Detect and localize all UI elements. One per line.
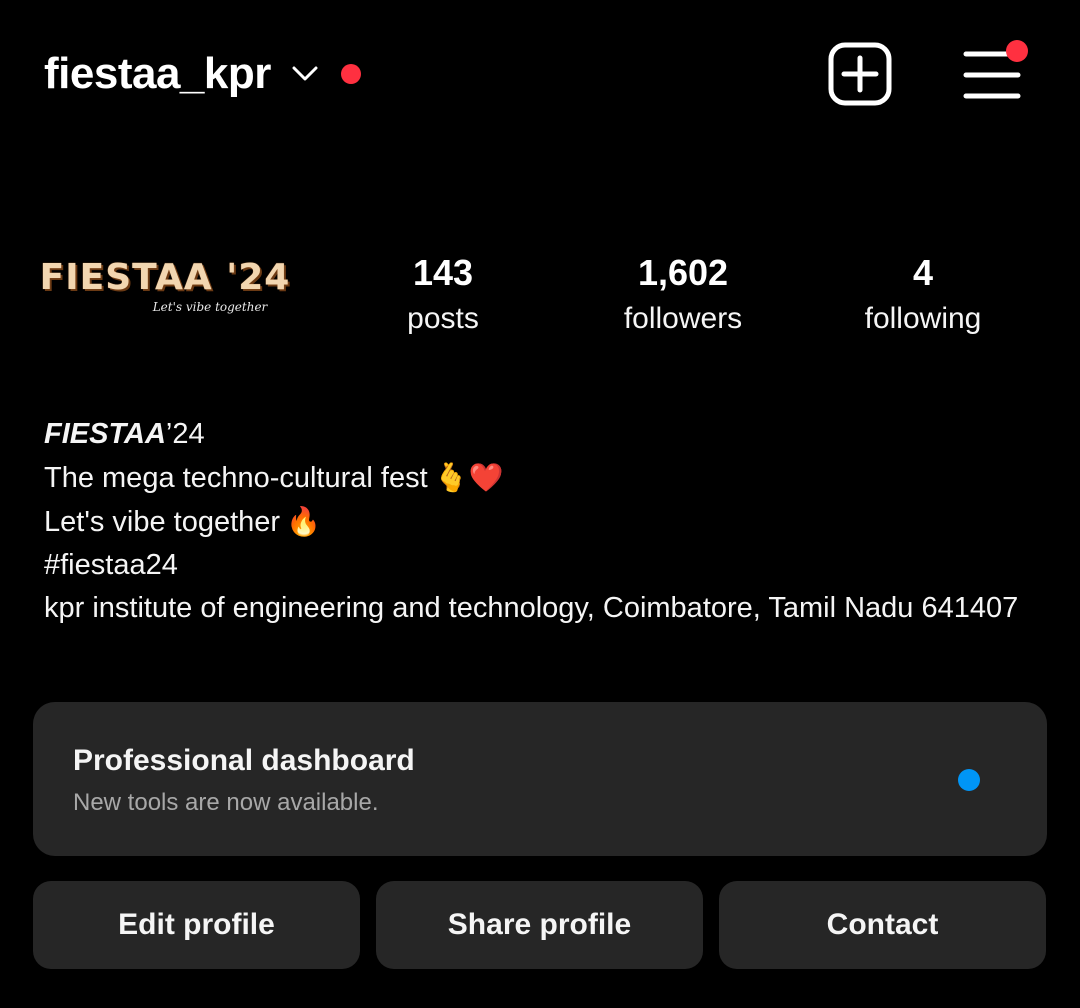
new-post-button[interactable] (828, 42, 892, 106)
username: fiestaa_kpr (44, 49, 271, 98)
professional-dashboard-card[interactable]: Professional dashboard New tools are now… (33, 702, 1047, 856)
dashboard-new-indicator (958, 769, 980, 791)
following-label: following (864, 302, 982, 335)
bio-hashtag[interactable]: #fiestaa24 (44, 544, 1034, 587)
stat-following[interactable]: 4 following (823, 250, 1023, 342)
crossed-fingers-heart-emoji: 🫰❤️ (433, 461, 504, 494)
share-profile-button[interactable]: Share profile (376, 881, 703, 969)
dashboard-title: Professional dashboard (73, 744, 415, 777)
chevron-down-icon[interactable] (291, 60, 319, 88)
profile-name-main: FIESTAA (44, 418, 166, 450)
bio-address[interactable]: kpr institute of engineering and technol… (44, 587, 1034, 630)
account-switcher[interactable]: fiestaa_kpr (44, 44, 361, 104)
posts-count: 143 (412, 252, 474, 293)
bio-line-2: Let's vibe together 🔥 (44, 500, 1034, 544)
avatar[interactable]: FIESTAA '24 Let's vibe together (40, 225, 290, 345)
profile-name-suffix: ’24 (165, 418, 205, 450)
plus-square-icon (828, 42, 892, 106)
avatar-logo-tagline: Let's vibe together (152, 299, 268, 314)
posts-label: posts (407, 302, 479, 335)
stat-followers[interactable]: 1,602 followers (583, 250, 783, 342)
edit-profile-button[interactable]: Edit profile (33, 881, 360, 969)
bio: FIESTAA’24 The mega techno-cultural fest… (44, 413, 1034, 630)
contact-button[interactable]: Contact (719, 881, 1046, 969)
menu-notification-dot (1006, 40, 1028, 62)
following-count: 4 (912, 252, 934, 293)
dashboard-subtitle: New tools are now available. (73, 789, 379, 816)
bio-line-1-text: The mega techno-cultural fest (44, 462, 428, 494)
followers-label: followers (623, 302, 743, 335)
avatar-logo-text: FIESTAA '24 (39, 256, 291, 298)
notification-dot (340, 64, 361, 84)
followers-count: 1,602 (637, 252, 729, 293)
top-bar: fiestaa_kpr (0, 0, 1080, 150)
bio-line-2-text: Let's vibe together (44, 506, 281, 538)
fire-emoji: 🔥 (286, 505, 321, 538)
stat-posts[interactable]: 143 posts (343, 250, 543, 342)
bio-line-1: The mega techno-cultural fest 🫰❤️ (44, 456, 1034, 500)
profile-name: FIESTAA’24 (44, 413, 1034, 456)
